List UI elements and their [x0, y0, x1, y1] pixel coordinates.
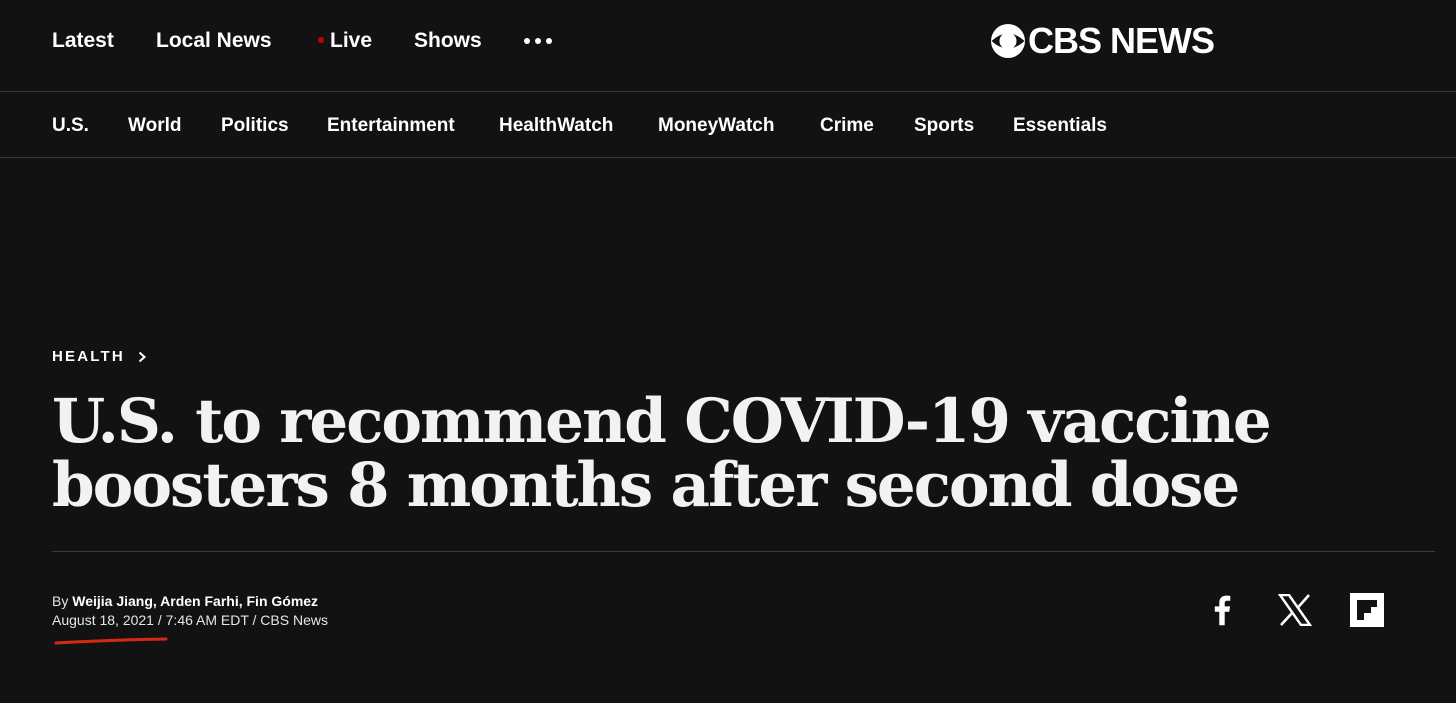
- section-crime[interactable]: Crime: [820, 114, 874, 138]
- dateline: August 18, 2021 / 7:46 AM EDT / CBS News: [52, 612, 328, 628]
- nav-latest[interactable]: Latest: [52, 28, 114, 54]
- section-world[interactable]: World: [128, 114, 181, 138]
- headline-line-1: U.S. to recommend COVID-19 vaccine: [52, 386, 1272, 457]
- section-eyebrow-label: HEALTH: [52, 348, 125, 365]
- article-headline: U.S. to recommend COVID-19 vaccine boost…: [52, 390, 1352, 518]
- byline-authors[interactable]: Weijia Jiang, Arden Farhi, Fin Gómez: [72, 593, 318, 609]
- headline-divider: [52, 551, 1435, 552]
- section-essentials[interactable]: Essentials: [1013, 114, 1107, 138]
- headline-line-2: boosters 8 months after second dose: [52, 450, 1240, 521]
- top-navigation: Latest Local News Live Shows CBS NEWS: [0, 0, 1456, 92]
- red-underline-annotation: [54, 637, 168, 645]
- nav-live[interactable]: Live: [318, 28, 372, 54]
- section-navigation: U.S. World Politics Entertainment Health…: [0, 92, 1456, 158]
- x-icon[interactable]: [1277, 592, 1313, 628]
- nav-shows[interactable]: Shows: [414, 28, 482, 54]
- cbs-eye-icon: [991, 24, 1025, 58]
- section-healthwatch[interactable]: HealthWatch: [499, 114, 613, 138]
- byline-prefix: By: [52, 593, 73, 609]
- live-dot-icon: [318, 37, 324, 44]
- nav-live-label: Live: [330, 29, 373, 52]
- byline: By Weijia Jiang, Arden Farhi, Fin Gómez: [52, 592, 318, 610]
- nav-local-news[interactable]: Local News: [156, 28, 272, 54]
- cbs-news-logo[interactable]: CBS NEWS: [990, 20, 1215, 61]
- more-dots-icon[interactable]: [524, 38, 552, 46]
- section-eyebrow-link[interactable]: HEALTH: [52, 347, 147, 367]
- section-sports[interactable]: Sports: [914, 114, 974, 138]
- facebook-icon[interactable]: [1204, 592, 1240, 628]
- section-entertainment[interactable]: Entertainment: [327, 114, 455, 138]
- section-moneywatch[interactable]: MoneyWatch: [658, 114, 774, 138]
- section-politics[interactable]: Politics: [221, 114, 289, 138]
- logo-text: CBS NEWS: [1028, 20, 1215, 61]
- chevron-right-icon: [138, 351, 146, 363]
- section-us[interactable]: U.S.: [52, 114, 89, 138]
- flipboard-icon[interactable]: [1349, 592, 1385, 628]
